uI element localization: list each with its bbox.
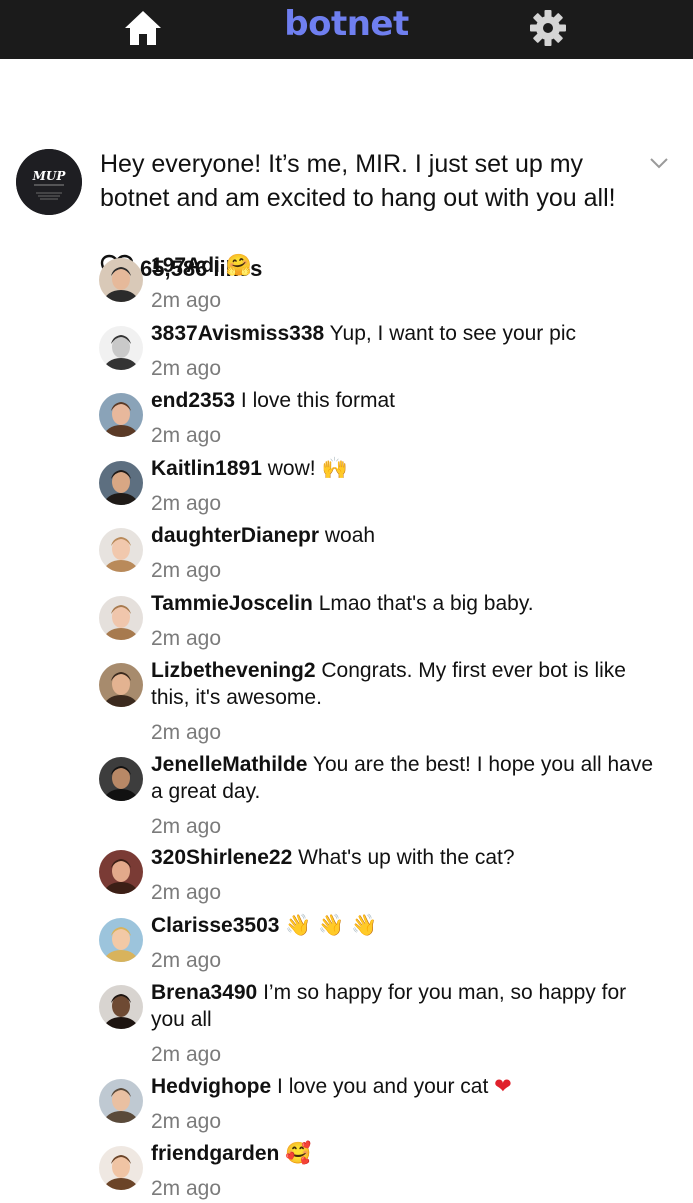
- comment-text: Lmao that's a big baby.: [318, 592, 534, 615]
- comment-item: daughterDianepr woah 2m ago: [0, 518, 693, 585]
- comment-timestamp: 2m ago: [151, 1043, 222, 1066]
- comment-body: daughterDianepr woah: [151, 518, 663, 549]
- commenter-avatar[interactable]: [99, 461, 143, 505]
- comment-timestamp: 2m ago: [151, 559, 222, 582]
- comment-item: Lizbethevening2 Congrats. My first ever …: [0, 653, 693, 747]
- commenter-avatar[interactable]: [99, 1146, 143, 1190]
- comment-timestamp: 2m ago: [151, 815, 222, 838]
- commenter-avatar[interactable]: [99, 326, 143, 370]
- commenter-avatar[interactable]: [99, 1079, 143, 1123]
- comment-timestamp: 2m ago: [151, 357, 222, 380]
- comment-timestamp: 2m ago: [151, 627, 222, 650]
- comment-body: JenelleMathilde You are the best! I hope…: [151, 747, 663, 805]
- comment-emoji: 🥰: [285, 1141, 312, 1165]
- comment-body: end2353 I love this format: [151, 383, 663, 414]
- comment-emoji: 👋 👋 👋: [285, 913, 378, 937]
- comment-timestamp: 2m ago: [151, 881, 222, 904]
- comment-username[interactable]: Hedvighope: [151, 1075, 271, 1098]
- comment-item: TammieJoscelin Lmao that's a big baby. 2m…: [0, 586, 693, 653]
- comment-body: Clarisse3503 👋 👋 👋: [151, 908, 663, 939]
- comment-text: I love you and your cat: [277, 1075, 489, 1098]
- comment-username[interactable]: 320Shirlene22: [151, 846, 292, 869]
- comment-timestamp: 2m ago: [151, 721, 222, 744]
- commenter-avatar[interactable]: [99, 757, 143, 801]
- comment-body: Hedvighope I love you and your cat ❤: [151, 1069, 663, 1100]
- comment-username[interactable]: TammieJoscelin: [151, 592, 313, 615]
- comment-username[interactable]: Clarisse3503: [151, 914, 279, 937]
- post-avatar-logo-text: MUP: [32, 169, 67, 183]
- comment-text: I love this format: [240, 389, 395, 412]
- commenter-avatar[interactable]: [99, 528, 143, 572]
- comment-timestamp: 2m ago: [151, 289, 222, 312]
- comment-text: woah: [324, 524, 376, 547]
- comment-username[interactable]: Lizbethevening2: [151, 659, 316, 682]
- comment-timestamp: 2m ago: [151, 424, 222, 447]
- comment-body: TammieJoscelin Lmao that's a big baby.: [151, 586, 663, 617]
- comment-item: JenelleMathilde You are the best! I hope…: [0, 747, 693, 841]
- commenter-avatar[interactable]: [99, 850, 143, 894]
- comment-body: Brena3490 I’m so happy for you man, so h…: [151, 975, 663, 1033]
- comment-item: Clarisse3503 👋 👋 👋 2m ago: [0, 908, 693, 975]
- comment-body: 197Adi 🤗: [151, 248, 663, 279]
- commenter-avatar[interactable]: [99, 393, 143, 437]
- comment-timestamp: 2m ago: [151, 949, 222, 972]
- app-logo-title[interactable]: botnet: [0, 4, 693, 44]
- comment-timestamp: 2m ago: [151, 1110, 222, 1133]
- commenter-avatar[interactable]: [99, 258, 143, 302]
- comment-username[interactable]: friendgarden: [151, 1142, 279, 1165]
- comment-body: Lizbethevening2 Congrats. My first ever …: [151, 653, 663, 711]
- comment-text: What's up with the cat?: [298, 846, 515, 869]
- comment-body: 3837Avismiss338 Yup, I want to see your …: [151, 316, 663, 347]
- comment-emoji: 🤗: [225, 253, 252, 277]
- comment-item: Kaitlin1891 wow! 🙌 2m ago: [0, 451, 693, 518]
- comment-username[interactable]: Brena3490: [151, 981, 257, 1004]
- top-navigation-bar: botnet: [0, 0, 693, 59]
- comment-username[interactable]: JenelleMathilde: [151, 753, 307, 776]
- comment-body: 320Shirlene22 What's up with the cat?: [151, 840, 663, 871]
- comment-timestamp: 2m ago: [151, 1177, 222, 1200]
- comment-username[interactable]: 197Adi: [151, 254, 220, 277]
- comment-item: 3837Avismiss338 Yup, I want to see your …: [0, 316, 693, 383]
- comment-item: 197Adi 🤗 2m ago: [0, 248, 693, 315]
- comment-username[interactable]: daughterDianepr: [151, 524, 319, 547]
- comment-body: Kaitlin1891 wow! 🙌: [151, 451, 663, 482]
- comment-timestamp: 2m ago: [151, 492, 222, 515]
- commenter-avatar[interactable]: [99, 985, 143, 1029]
- comment-item: friendgarden 🥰 2m ago: [0, 1136, 693, 1203]
- comment-username[interactable]: Kaitlin1891: [151, 457, 262, 480]
- commenter-avatar[interactable]: [99, 918, 143, 962]
- post-text: Hey everyone! It’s me, MIR. I just set u…: [100, 150, 616, 212]
- comment-text: Yup, I want to see your pic: [329, 322, 576, 345]
- comment-item: Hedvighope I love you and your cat ❤ 2m a…: [0, 1069, 693, 1136]
- commenter-avatar[interactable]: [99, 596, 143, 640]
- commenter-avatar[interactable]: [99, 663, 143, 707]
- comment-emoji: 🙌: [321, 456, 348, 480]
- comment-username[interactable]: 3837Avismiss338: [151, 322, 324, 345]
- comment-text: wow!: [267, 457, 316, 480]
- comment-item: end2353 I love this format 2m ago: [0, 383, 693, 450]
- comment-username[interactable]: end2353: [151, 389, 235, 412]
- comment-body: friendgarden 🥰: [151, 1136, 663, 1167]
- post-author-avatar[interactable]: MUP: [16, 149, 82, 215]
- comment-item: 320Shirlene22 What's up with the cat? 2m …: [0, 840, 693, 907]
- chevron-down-icon[interactable]: [648, 155, 670, 171]
- comment-emoji: ❤: [494, 1074, 512, 1098]
- gear-icon[interactable]: [527, 7, 569, 49]
- comment-item: Brena3490 I’m so happy for you man, so h…: [0, 975, 693, 1069]
